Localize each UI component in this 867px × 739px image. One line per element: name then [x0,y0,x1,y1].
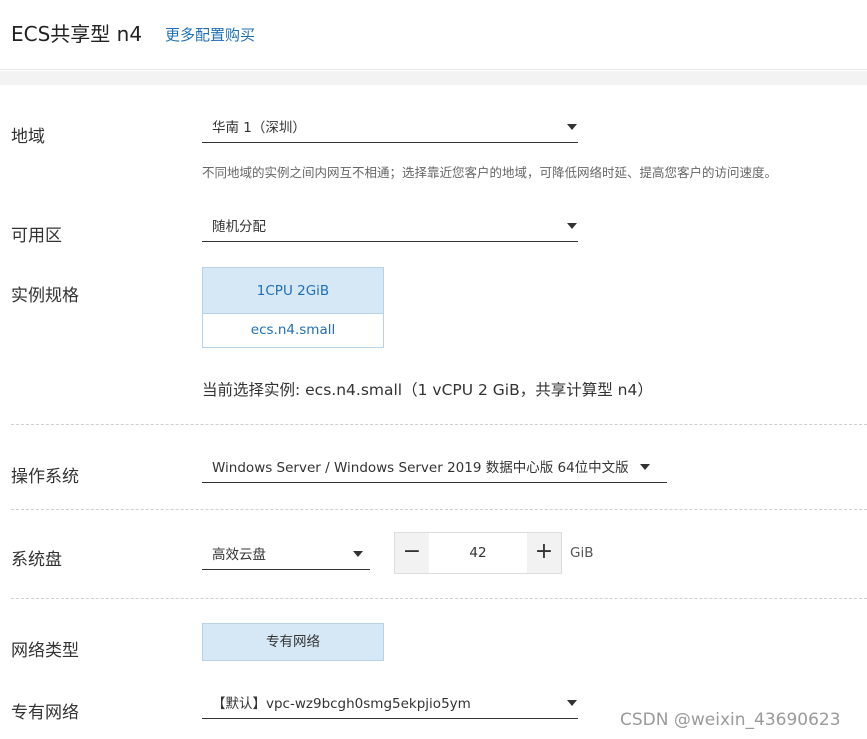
region-select[interactable]: 华南 1（深圳） [202,112,578,143]
spec-name-text: ecs.n4.small [250,322,336,338]
chevron-down-icon [640,464,650,470]
section-divider [11,598,867,599]
vpc-select-value: 【默认】vpc-wz9bcgh0smg5ekpjio5ym [212,696,471,712]
os-select[interactable]: Windows Server / Windows Server 2019 数据中… [202,452,667,483]
disk-type-value: 高效云盘 [212,547,266,563]
disk-unit: GiB [570,545,594,561]
spec-option-name: ecs.n4.small [203,314,383,347]
vpc-select[interactable]: 【默认】vpc-wz9bcgh0smg5ekpjio5ym [202,688,578,719]
zone-select[interactable]: 随机分配 [202,211,578,242]
increment-button[interactable]: + [527,533,561,573]
spec-label: 实例规格 [11,286,79,306]
network-type-vpc-option[interactable]: 专有网络 [202,623,384,661]
disk-size-input[interactable] [429,533,527,573]
region-label: 地域 [11,127,45,147]
vpc-label: 专有网络 [11,703,79,723]
network-type-label: 网络类型 [11,641,79,661]
header-band [0,71,867,85]
os-label: 操作系统 [11,467,79,487]
disk-size-stepper: − + [394,532,562,574]
zone-select-value: 随机分配 [212,219,266,235]
region-select-value: 华南 1（深圳） [212,120,306,136]
page-header: ECS共享型 n4 更多配置购买 [0,0,867,70]
spec-option-card[interactable]: 1CPU 2GiB ecs.n4.small [202,267,384,348]
current-instance-text: 当前选择实例: ecs.n4.small（1 vCPU 2 GiB，共享计算型 … [202,381,653,399]
watermark: CSDN @weixin_43690623 [620,710,841,730]
network-type-option-text: 专有网络 [266,634,320,650]
minus-icon: − [402,539,422,564]
more-config-link[interactable]: 更多配置购买 [165,24,255,45]
section-divider [11,509,867,510]
disk-type-select[interactable]: 高效云盘 [202,539,370,570]
spec-cpu-mem-text: 1CPU 2GiB [256,283,330,299]
disk-label: 系统盘 [11,550,62,570]
chevron-down-icon [567,124,577,130]
os-select-value: Windows Server / Windows Server 2019 数据中… [212,460,629,476]
plus-icon: + [534,539,554,564]
zone-label: 可用区 [11,226,62,246]
section-divider [11,424,867,425]
chevron-down-icon [353,551,363,557]
spec-option-cpu: 1CPU 2GiB [203,268,383,314]
chevron-down-icon [567,700,577,706]
decrement-button[interactable]: − [395,533,429,573]
region-hint: 不同地域的实例之间内网互不相通；选择靠近您客户的地域，可降低网络时延、提高您客户… [202,165,778,180]
chevron-down-icon [567,223,577,229]
page-title: ECS共享型 n4 [11,22,143,46]
